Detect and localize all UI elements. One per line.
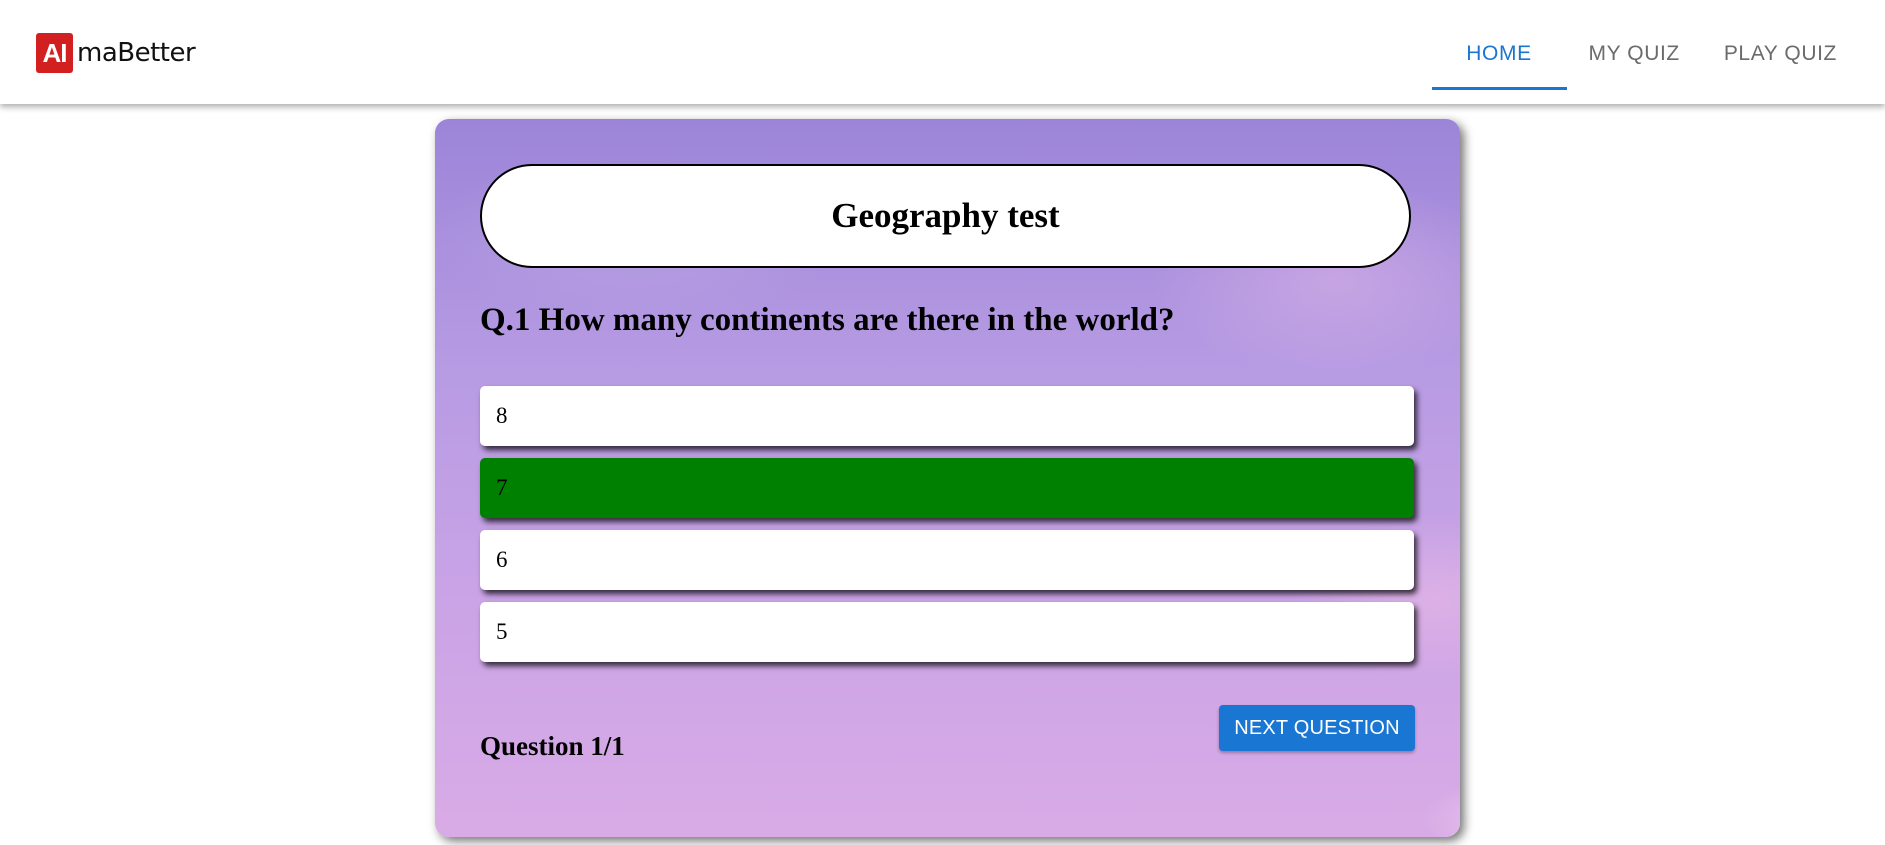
quiz-card: Geography test Q.1 How many continents a… bbox=[435, 119, 1460, 837]
logo-mark: AI bbox=[36, 33, 73, 73]
tab-home[interactable]: HOME bbox=[1431, 0, 1567, 90]
tab-my-quiz[interactable]: MY QUIZ bbox=[1567, 0, 1702, 90]
answer-option-3[interactable]: 6 bbox=[480, 530, 1414, 590]
answer-option-4[interactable]: 5 bbox=[480, 602, 1414, 662]
tab-play-quiz[interactable]: PLAY QUIZ bbox=[1702, 0, 1859, 90]
top-navbar: AI maBetter HOME MY QUIZ PLAY QUIZ bbox=[0, 0, 1885, 104]
question-text: Q.1 How many continents are there in the… bbox=[480, 302, 1175, 338]
nav-tabs: HOME MY QUIZ PLAY QUIZ bbox=[1431, 0, 1860, 104]
quiz-title: Geography test bbox=[831, 196, 1060, 235]
answer-option-1[interactable]: 8 bbox=[480, 386, 1414, 446]
question-counter: Question 1/1 bbox=[480, 731, 625, 761]
next-question-button[interactable]: NEXT QUESTION bbox=[1219, 705, 1415, 751]
answer-option-2-selected[interactable]: 7 bbox=[480, 458, 1414, 518]
quiz-title-banner: Geography test bbox=[480, 164, 1411, 268]
almabetter-logo[interactable]: AI maBetter bbox=[36, 33, 196, 73]
answer-options: 8 7 6 5 bbox=[480, 386, 1414, 674]
logo-text: maBetter bbox=[77, 38, 196, 68]
